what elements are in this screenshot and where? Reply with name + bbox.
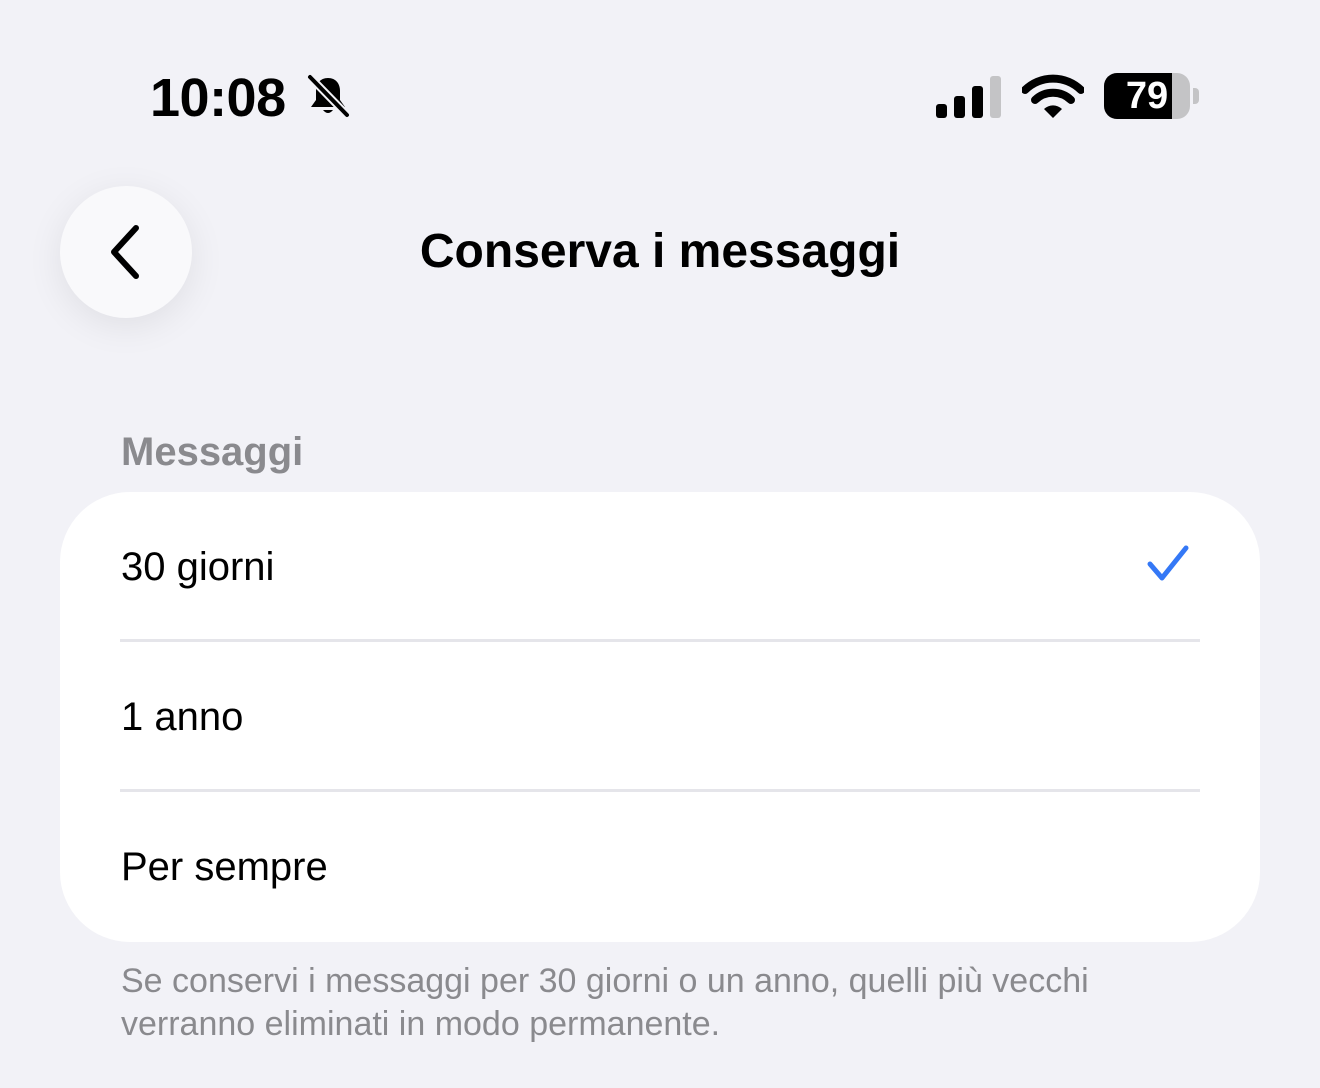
option-label: Per sempre	[121, 845, 328, 889]
bell-slash-icon	[306, 73, 351, 119]
page-title: Conserva i messaggi	[419, 225, 901, 278]
status-time: 10:08	[150, 68, 286, 128]
cellular-signal-icon	[936, 76, 1001, 118]
option-label: 1 anno	[121, 695, 244, 739]
option-row-30-days[interactable]: 30 giorni	[60, 492, 1260, 642]
battery-cap	[1193, 88, 1199, 104]
option-row-1-year[interactable]: 1 anno	[60, 642, 1260, 792]
footer-note: Se conservi i messaggi per 30 giorni o u…	[121, 962, 1089, 1043]
option-label: 30 giorni	[121, 545, 275, 589]
status-bar: 10:08 79	[0, 60, 1320, 136]
battery-level: 79	[1125, 75, 1169, 117]
battery-icon: 79	[1104, 73, 1200, 119]
wifi-icon	[1022, 74, 1084, 118]
section-header: Messaggi	[121, 430, 304, 474]
option-row-forever[interactable]: Per sempre	[60, 792, 1260, 942]
battery-body: 79	[1104, 73, 1190, 119]
checkmark-icon	[1147, 545, 1189, 581]
options-card: 30 giorni 1 anno Per sempre	[60, 492, 1260, 942]
